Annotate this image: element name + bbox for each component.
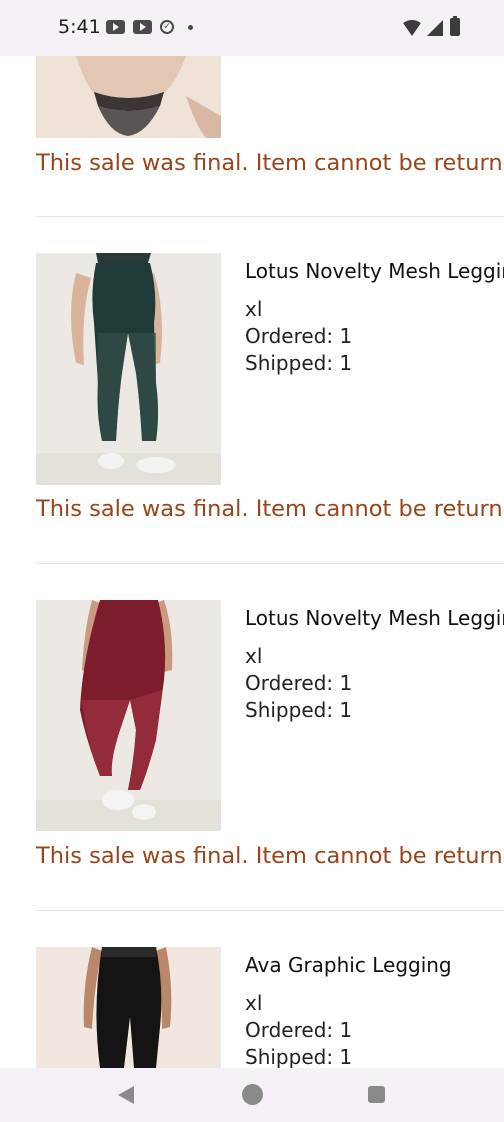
product-size: xl — [245, 297, 263, 321]
system-icons — [401, 16, 460, 36]
home-icon[interactable] — [242, 1084, 263, 1105]
notification-icons: ✓ — [106, 20, 193, 34]
wifi-icon — [401, 20, 423, 36]
shipped-count: Shipped: 1 — [245, 1045, 353, 1068]
ordered-count: Ordered: 1 — [245, 671, 353, 695]
shipped-count: Shipped: 1 — [245, 351, 353, 375]
product-title[interactable]: Lotus Novelty Mesh Legging — [245, 606, 504, 630]
youtube-icon — [106, 20, 125, 34]
final-sale-note: This sale was final. Item cannot be retu… — [36, 843, 504, 869]
back-icon[interactable] — [118, 1086, 134, 1104]
product-size: xl — [245, 991, 263, 1015]
order-items-list[interactable]: This sale was final. Item cannot be retu… — [0, 56, 504, 1068]
recents-icon[interactable] — [368, 1086, 385, 1103]
battery-icon — [450, 16, 460, 36]
status-bar: 5:41 ✓ — [0, 0, 504, 56]
sync-check-icon: ✓ — [160, 20, 174, 34]
black-graphic-legging-image[interactable] — [36, 947, 221, 1068]
product-size: xl — [245, 644, 263, 668]
status-time: 5:41 — [58, 16, 101, 38]
product-title[interactable]: Ava Graphic Legging — [245, 953, 452, 977]
burgundy-mesh-legging-image[interactable] — [36, 600, 221, 831]
divider — [36, 563, 504, 564]
shipped-count: Shipped: 1 — [245, 698, 353, 722]
divider — [36, 216, 504, 217]
final-sale-note: This sale was final. Item cannot be retu… — [36, 150, 504, 176]
more-notifications-dot-icon — [188, 24, 193, 30]
panty-product-image[interactable] — [36, 56, 221, 138]
navigation-bar — [0, 1068, 504, 1122]
cell-signal-icon — [427, 20, 443, 36]
ordered-count: Ordered: 1 — [245, 324, 353, 348]
divider — [36, 910, 504, 911]
final-sale-note: This sale was final. Item cannot be retu… — [36, 496, 504, 522]
product-title[interactable]: Lotus Novelty Mesh Legging — [245, 259, 504, 283]
ordered-count: Ordered: 1 — [245, 1018, 353, 1042]
youtube-icon — [133, 20, 152, 34]
green-mesh-legging-image[interactable] — [36, 253, 221, 485]
